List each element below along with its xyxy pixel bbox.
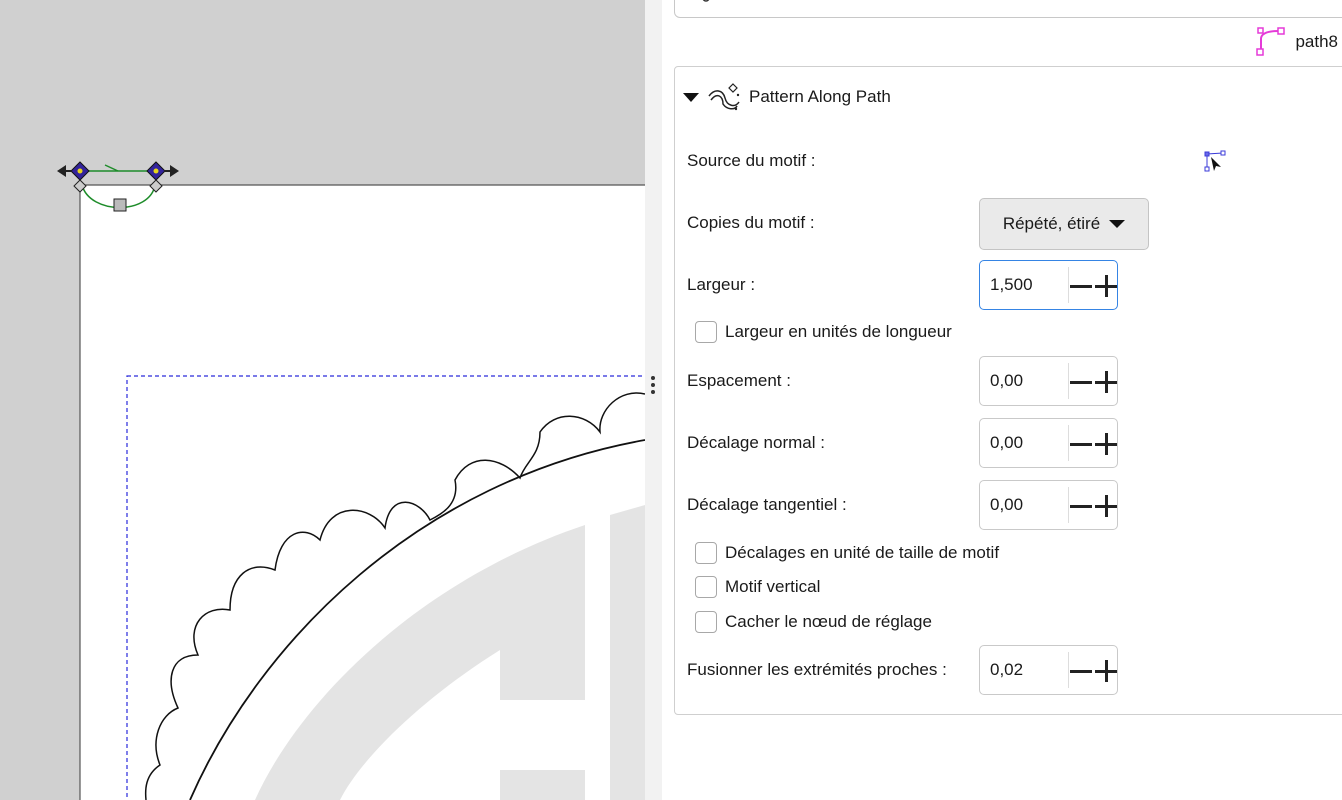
chevron-down-icon — [1109, 220, 1126, 228]
canvas-drawing[interactable] — [0, 0, 645, 800]
hide-knot-checkbox[interactable]: Cacher le nœud de réglage — [695, 611, 932, 633]
width-label: Largeur : — [687, 275, 756, 294]
normal-offset-label: Décalage normal : — [687, 433, 825, 452]
normal-offset-spinbox[interactable]: 0,00 — [979, 418, 1118, 468]
copies-dropdown[interactable]: Répété, étiré — [979, 198, 1149, 250]
copies-label: Copies du motif : — [687, 213, 815, 232]
fuse-ends-label: Fusionner les extrémités proches : — [687, 660, 947, 679]
tangential-offset-spinbox[interactable]: 0,00 — [979, 480, 1118, 530]
offsets-pattern-units-label: Décalages en unité de taille de motif — [725, 543, 1000, 562]
checkbox-box[interactable] — [695, 321, 717, 343]
vertical-pattern-checkbox[interactable]: Motif vertical — [695, 576, 820, 598]
fuse-ends-value[interactable]: 0,02 — [990, 660, 1023, 680]
width-decrement-button[interactable] — [1068, 261, 1094, 309]
collapse-triangle-icon[interactable] — [683, 92, 699, 102]
width-units-checkbox[interactable]: Largeur en unités de longueur — [695, 321, 952, 343]
width-spinbox[interactable]: 1,500 — [979, 260, 1118, 310]
panel-splitter[interactable] — [645, 0, 662, 800]
splitter-grip-icon — [650, 376, 656, 397]
path-effects-panel: path8 Pattern Along Path Source du motif… — [662, 0, 1342, 800]
spacing-decrement-button[interactable] — [1068, 357, 1094, 405]
width-value[interactable]: 1,500 — [990, 275, 1033, 295]
tangential-offset-value[interactable]: 0,00 — [990, 495, 1023, 515]
spacing-increment-button[interactable] — [1093, 357, 1119, 405]
object-name: path8 — [1295, 32, 1338, 51]
search-icon — [702, 0, 710, 2]
spacing-label: Espacement : — [687, 371, 791, 390]
source-label: Source du motif : — [687, 151, 816, 170]
source-edit-button[interactable] — [1203, 149, 1229, 175]
normal-offset-decrement-button[interactable] — [1068, 419, 1094, 467]
copies-value: Répété, étiré — [1002, 214, 1101, 233]
fuse-ends-increment-button[interactable] — [1093, 646, 1119, 694]
normal-offset-value[interactable]: 0,00 — [990, 433, 1023, 453]
vertical-pattern-label: Motif vertical — [725, 577, 821, 596]
spacing-spinbox[interactable]: 0,00 — [979, 356, 1118, 406]
fuse-ends-decrement-button[interactable] — [1068, 646, 1094, 694]
spacing-value[interactable]: 0,00 — [990, 371, 1023, 391]
bezier-path-icon — [1256, 27, 1286, 56]
drawing-canvas[interactable] — [0, 0, 645, 800]
pattern-along-path-icon — [708, 83, 740, 111]
tangential-offset-label: Décalage tangentiel : — [687, 495, 847, 514]
width-units-label: Largeur en unités de longueur — [725, 322, 952, 341]
node-edit-icon — [1204, 150, 1226, 172]
checkbox-box[interactable] — [695, 576, 717, 598]
tangential-offset-decrement-button[interactable] — [1068, 481, 1094, 529]
hide-knot-label: Cacher le nœud de réglage — [725, 612, 932, 631]
width-increment-button[interactable] — [1093, 261, 1119, 309]
effect-title: Pattern Along Path — [749, 87, 891, 106]
tangential-offset-increment-button[interactable] — [1093, 481, 1119, 529]
effect-search-input[interactable] — [674, 0, 1342, 18]
normal-offset-increment-button[interactable] — [1093, 419, 1119, 467]
effect-expander[interactable]: Pattern Along Path — [683, 79, 891, 115]
effect-frame: Pattern Along Path Source du motif : Cop… — [674, 66, 1342, 715]
offsets-pattern-units-checkbox[interactable]: Décalages en unité de taille de motif — [695, 542, 999, 564]
fuse-ends-spinbox[interactable]: 0,02 — [979, 645, 1118, 695]
checkbox-box[interactable] — [695, 611, 717, 633]
checkbox-box[interactable] — [695, 542, 717, 564]
selected-object-label: path8 — [1255, 27, 1338, 56]
